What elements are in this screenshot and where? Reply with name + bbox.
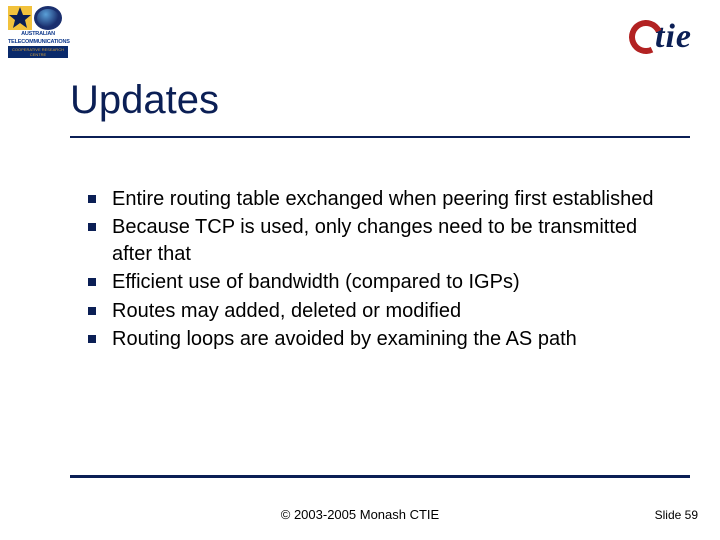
org-logo-left-line2: TELECOMMUNICATIONS (8, 40, 68, 46)
list-item: Routing loops are avoided by examining t… (88, 326, 670, 352)
org-logo-right: tie (629, 18, 692, 56)
footer-slide-number: Slide 59 (655, 508, 698, 522)
org-logo-left-line1: AUSTRALIAN (8, 32, 68, 38)
star-icon (8, 6, 32, 30)
org-logo-left: AUSTRALIAN TELECOMMUNICATIONS COOPERATIV… (8, 6, 68, 58)
list-item: Routes may added, deleted or modified (88, 298, 670, 324)
bullet-list: Entire routing table exchanged when peer… (88, 186, 670, 354)
org-logo-left-sub: COOPERATIVE RESEARCH CENTRE (8, 46, 68, 58)
org-logo-left-graphic (8, 6, 68, 30)
globe-icon (34, 6, 62, 30)
divider-bottom (70, 475, 690, 478)
slide-title: Updates (70, 78, 219, 123)
list-item: Efficient use of bandwidth (compared to … (88, 269, 670, 295)
footer-copyright: © 2003-2005 Monash CTIE (0, 507, 720, 522)
list-item: Because TCP is used, only changes need t… (88, 214, 670, 267)
list-item: Entire routing table exchanged when peer… (88, 186, 670, 212)
divider-top (70, 136, 690, 138)
slide: AUSTRALIAN TELECOMMUNICATIONS COOPERATIV… (0, 0, 720, 540)
